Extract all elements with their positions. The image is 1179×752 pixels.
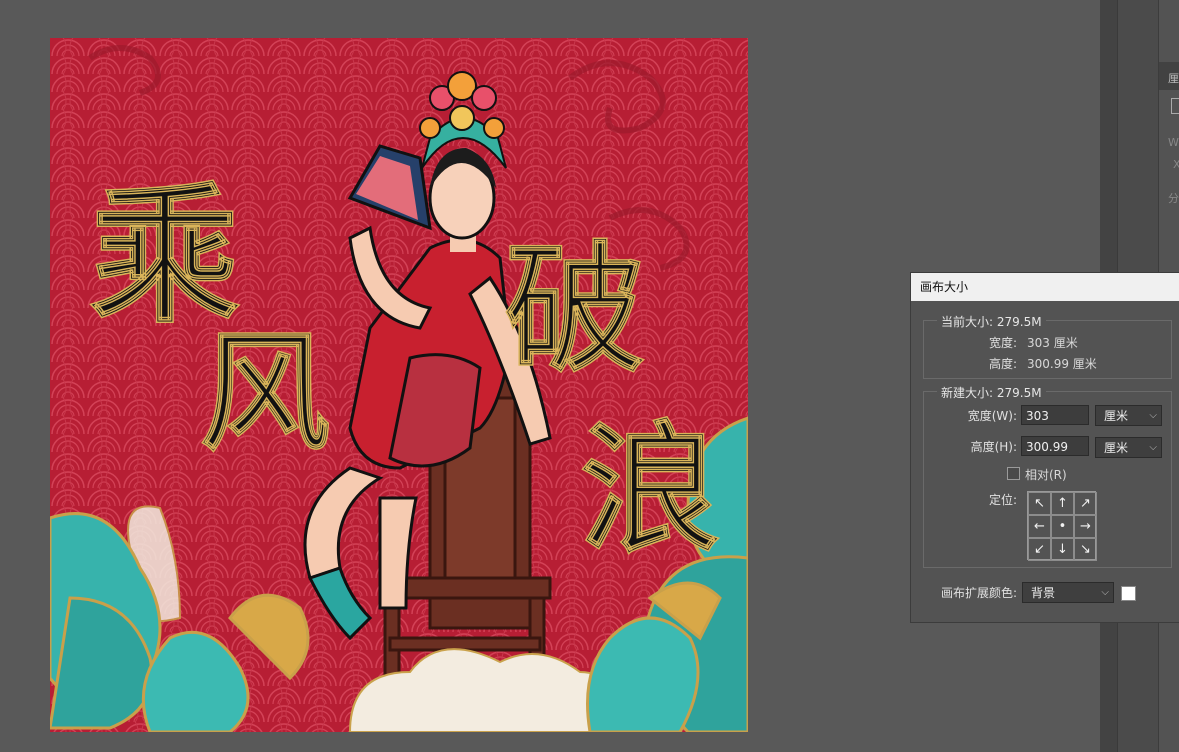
artwork-illustration: 乘 风 破 浪 (50, 38, 748, 732)
width-unit-select[interactable]: 厘米 ⌵ (1095, 405, 1162, 426)
panel-label-fen: 分 (1168, 192, 1179, 205)
panel-label-unit: 厘 (1168, 72, 1179, 85)
current-width-value: 303 厘米 (1027, 336, 1078, 350)
relative-label: 相对(R) (1025, 468, 1067, 482)
panel-label-w: W (1168, 136, 1179, 149)
chevron-down-icon: ⌵ (1149, 442, 1157, 453)
ext-color-label: 画布扩展颜色: (940, 586, 1017, 600)
anchor-bottom[interactable]: ↓ (1051, 538, 1074, 561)
current-size-legend: 当前大小: 279.5M (937, 313, 1046, 330)
height-unit-value: 厘米 (1104, 441, 1129, 455)
dialog-title: 画布大小 (911, 273, 1179, 301)
artwork-image[interactable]: 乘 风 破 浪 (50, 38, 748, 732)
anchor-top-left[interactable]: ↖ (1028, 492, 1051, 515)
current-height-label: 高度: (988, 357, 1017, 371)
chevron-down-icon: ⌵ (1101, 587, 1109, 598)
relative-checkbox[interactable] (1007, 467, 1020, 480)
title-char-4: 浪 (580, 408, 720, 572)
height-input[interactable]: 300.99 (1021, 436, 1089, 456)
current-width-label: 宽度: (988, 336, 1017, 350)
anchor-label: 定位: (988, 493, 1017, 507)
title-char-2: 风 (200, 316, 330, 469)
canvas-size-dialog: 画布大小 当前大小: 279.5M 宽度: 303 厘米 高度: 300.99 … (910, 272, 1179, 623)
anchor-bottom-left[interactable]: ↙ (1028, 538, 1051, 561)
new-size-legend: 新建大小: 279.5M (937, 384, 1046, 401)
anchor-center[interactable]: • (1051, 515, 1074, 538)
anchor-top-right[interactable]: ↗ (1074, 492, 1097, 515)
new-height-label: 高度(H): (970, 440, 1017, 454)
anchor-grid: ↖ ↑ ↗ ← • → ↙ ↓ ↘ (1027, 491, 1097, 561)
anchor-right[interactable]: → (1074, 515, 1097, 538)
ext-color-value: 背景 (1031, 586, 1056, 600)
height-unit-select[interactable]: 厘米 ⌵ (1095, 437, 1162, 458)
panel-checkbox[interactable] (1171, 98, 1179, 114)
width-unit-value: 厘米 (1104, 409, 1129, 423)
current-height-value: 300.99 厘米 (1027, 357, 1097, 371)
ext-color-select[interactable]: 背景 ⌵ (1022, 582, 1114, 603)
width-input[interactable]: 303 (1021, 405, 1089, 425)
anchor-top[interactable]: ↑ (1051, 492, 1074, 515)
title-char-3: 破 (505, 228, 645, 392)
anchor-left[interactable]: ← (1028, 515, 1051, 538)
anchor-bottom-right[interactable]: ↘ (1074, 538, 1097, 561)
new-width-label: 宽度(W): (967, 409, 1017, 423)
chevron-down-icon: ⌵ (1149, 410, 1157, 421)
panel-label-x: X (1173, 158, 1179, 171)
ext-color-swatch[interactable] (1121, 586, 1136, 601)
